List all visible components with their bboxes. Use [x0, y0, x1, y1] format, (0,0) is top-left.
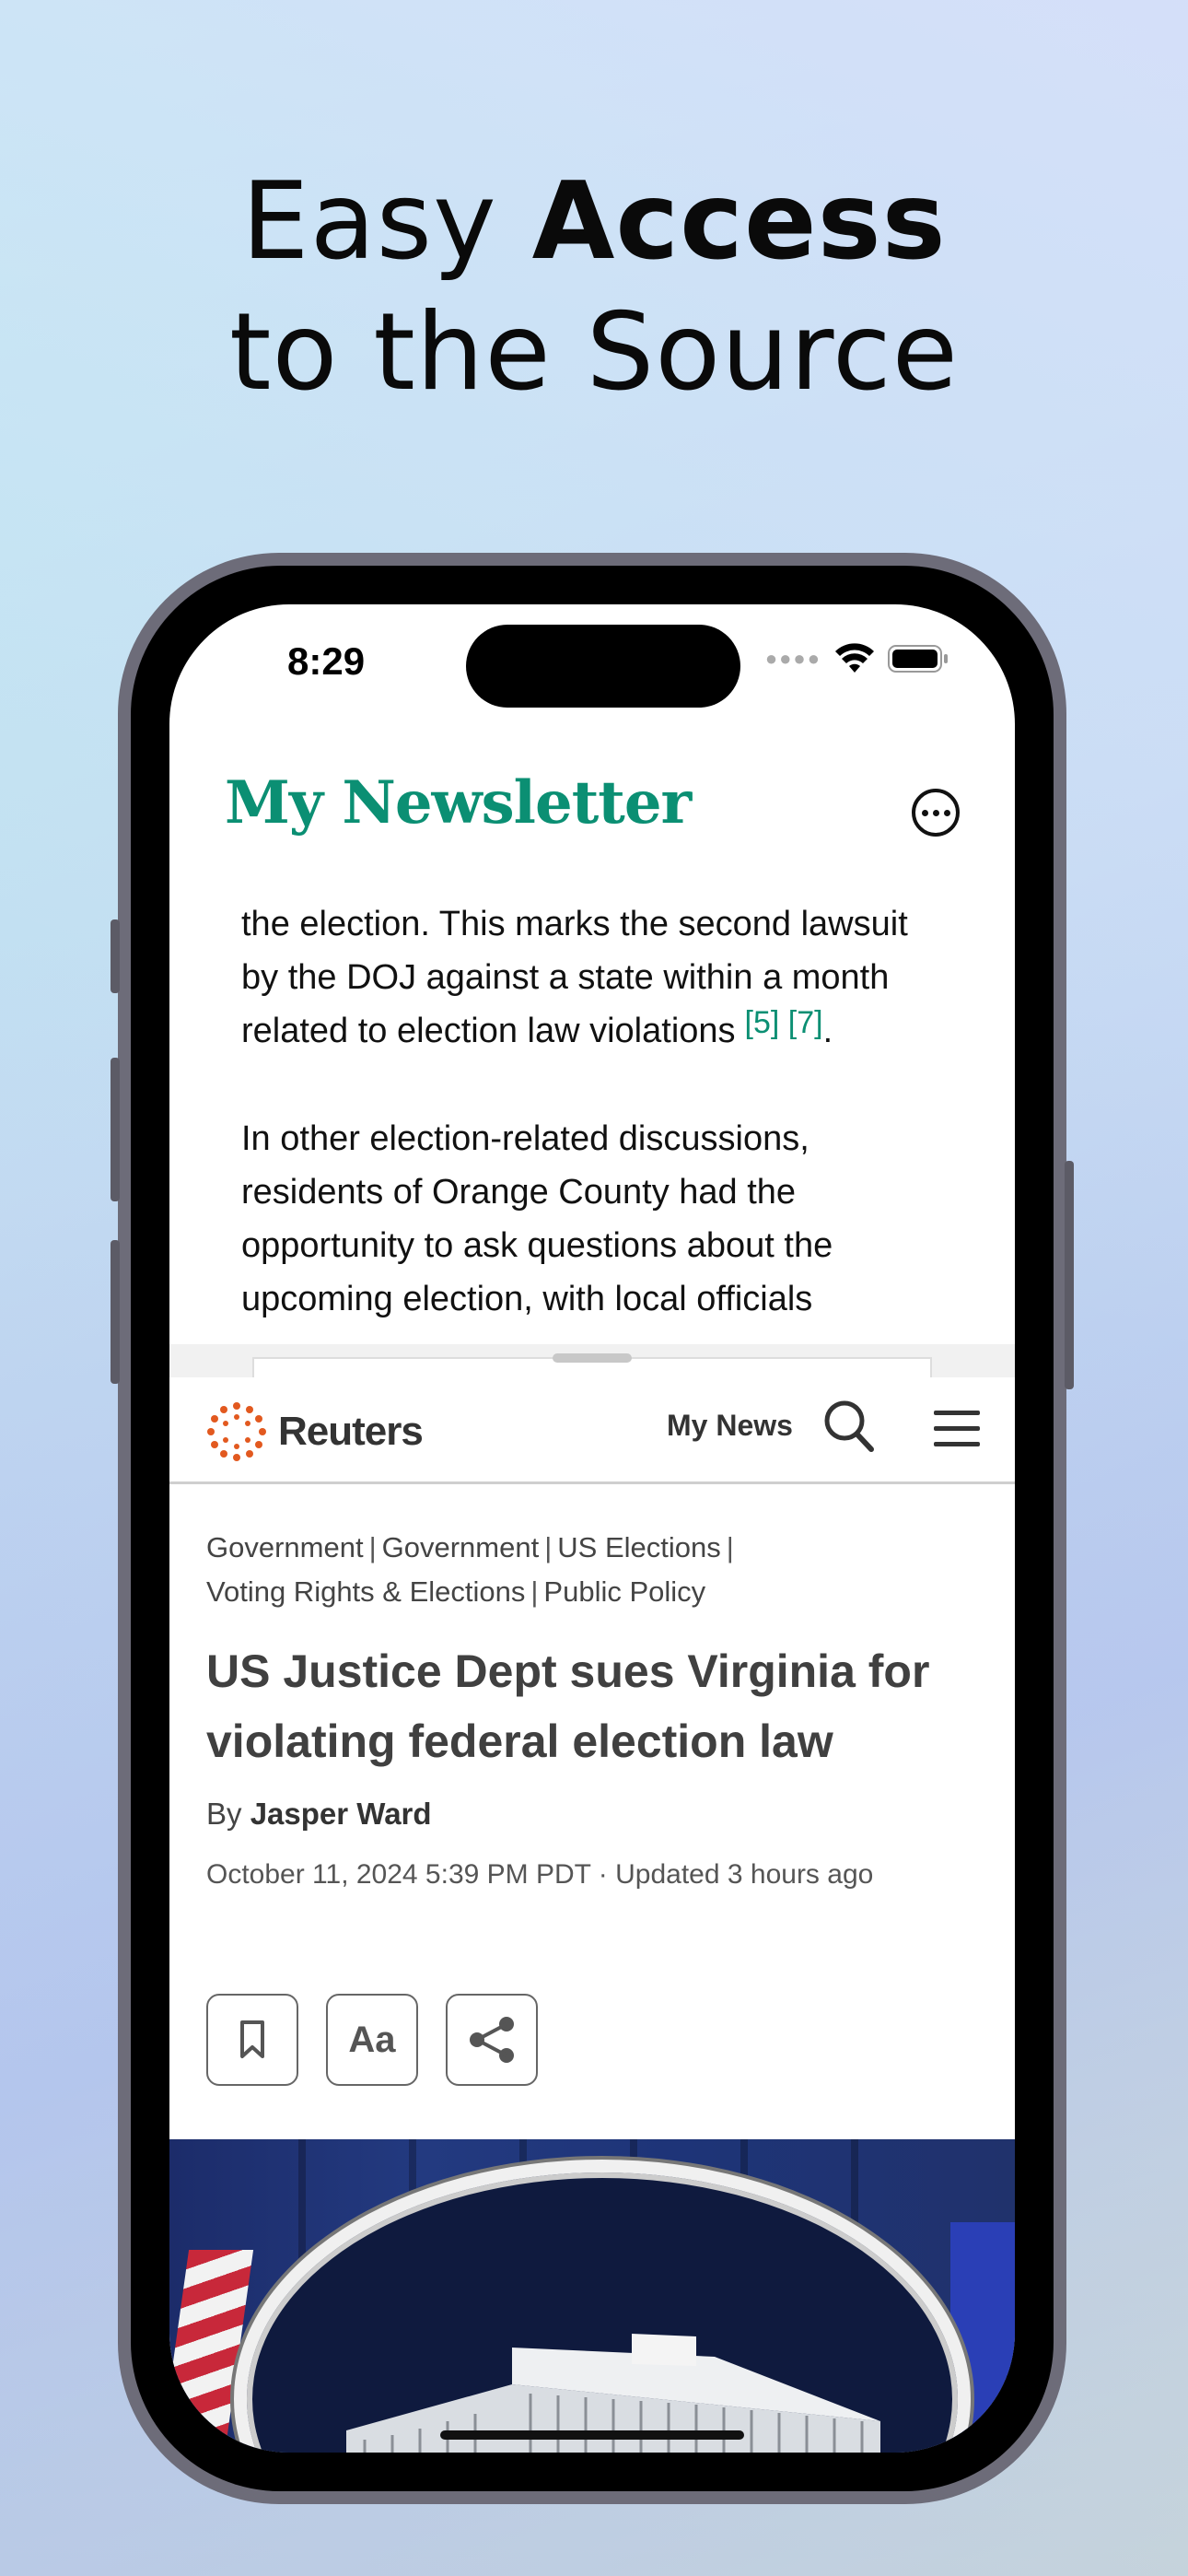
- home-indicator[interactable]: [440, 2430, 744, 2440]
- tag-link[interactable]: Voting Rights & Elections: [206, 1575, 525, 1608]
- tag-link[interactable]: Government: [206, 1531, 364, 1563]
- article-actions: Aa: [206, 1994, 538, 2086]
- battery-icon: [888, 645, 948, 673]
- headline-line-2: to the Source: [229, 290, 959, 415]
- reuters-logo-icon: [207, 1402, 266, 1461]
- wifi-icon: [835, 643, 874, 673]
- article-dateline: October 11, 2024 5:39 PM PDT · Updated 3…: [206, 1859, 874, 1890]
- building-illustration: [346, 2334, 880, 2453]
- sheet-grabber[interactable]: [169, 1344, 1015, 1377]
- tag-link[interactable]: Government: [382, 1531, 540, 1563]
- author-link[interactable]: Jasper Ward: [250, 1797, 432, 1831]
- newsletter-title: My Newsletter: [225, 768, 692, 837]
- hamburger-menu-icon[interactable]: [934, 1411, 980, 1458]
- article-tags: Government | Government | US Elections | Voti…: [206, 1531, 734, 1608]
- bookmark-icon: [240, 2020, 264, 2058]
- cellular-icon: ●●●●: [764, 647, 821, 670]
- doj-seal-image: [234, 2160, 971, 2453]
- newsletter-paragraph: the election. This marks the second laws…: [241, 905, 908, 1050]
- marketing-headline: Easy Access to the Source: [0, 157, 1188, 418]
- tag-link[interactable]: Public Policy: [543, 1575, 705, 1608]
- reuters-logo[interactable]: Reuters: [206, 1401, 424, 1462]
- article-title: US Justice Dept sues Virginia for violat…: [206, 1645, 930, 1767]
- article-hero-image: [169, 2139, 1015, 2453]
- status-icons: ●●●●: [765, 643, 949, 674]
- dynamic-island: [466, 625, 740, 708]
- my-news-link[interactable]: My News: [667, 1409, 793, 1443]
- reuters-wordmark: Reuters: [278, 1409, 424, 1454]
- search-icon[interactable]: [821, 1398, 877, 1455]
- byline: By Jasper Ward: [206, 1797, 432, 1831]
- phone-frame: 8:29 ●●●● My Newsletter the election. Th…: [111, 553, 1074, 2504]
- text-size-button[interactable]: Aa: [326, 1994, 418, 2086]
- citation-link[interactable]: [5] [7]: [745, 1005, 823, 1040]
- more-options-button[interactable]: [912, 789, 960, 837]
- share-button[interactable]: [446, 1994, 538, 2086]
- bookmark-button[interactable]: [206, 1994, 298, 2086]
- status-time: 8:29: [287, 639, 366, 683]
- phone-screen: 8:29 ●●●● My Newsletter the election. Th…: [169, 604, 1015, 2453]
- headline-bold: Access: [531, 159, 947, 284]
- share-icon: [470, 2017, 514, 2063]
- headline-regular: Easy: [241, 159, 532, 284]
- sheet-handle[interactable]: [553, 1353, 632, 1363]
- headline-line-1: Easy Access: [0, 157, 1188, 287]
- tag-link[interactable]: US Elections: [557, 1531, 720, 1563]
- newsletter-body: the election. This marks the second laws…: [241, 897, 932, 1379]
- reuters-header: Reuters My News: [169, 1377, 1015, 1484]
- newsletter-paragraph: In other election-related discussions, r…: [241, 1119, 833, 1318]
- article: Government | Government | US Elections | Voti…: [206, 1526, 978, 1891]
